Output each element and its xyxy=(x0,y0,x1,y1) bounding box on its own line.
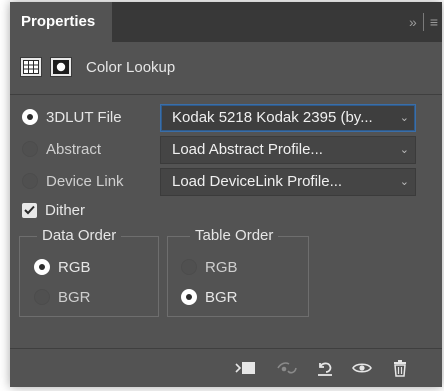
bottom-toolbar xyxy=(10,348,442,387)
dropdown-value: Kodak 5218 Kodak 2395 (by... xyxy=(172,109,373,126)
tab-properties[interactable]: Properties xyxy=(10,2,112,42)
abstract-dropdown[interactable]: Load Abstract Profile... ⌄ xyxy=(160,136,416,164)
visibility-icon[interactable] xyxy=(351,358,373,378)
properties-panel: Properties » ≡ Color Lookup 3DLUT File K… xyxy=(10,2,442,387)
option-label: Device Link xyxy=(46,172,124,190)
chevron-down-icon: ⌄ xyxy=(399,144,409,156)
data-order-legend: Data Order xyxy=(37,227,122,245)
radio-button[interactable] xyxy=(34,289,50,305)
radio-button[interactable] xyxy=(22,109,38,125)
checkmark-icon xyxy=(24,205,35,215)
dropdown-value: Load Abstract Profile... xyxy=(172,141,323,158)
trash-icon[interactable] xyxy=(389,358,411,378)
option-label: RGB xyxy=(58,258,91,276)
option-label: BGR xyxy=(205,288,238,306)
radio-abstract[interactable]: Abstract xyxy=(22,134,101,164)
table-order-rgb[interactable]: RGB xyxy=(181,252,238,282)
radio-button[interactable] xyxy=(181,259,197,275)
3dlut-file-dropdown[interactable]: Kodak 5218 Kodak 2395 (by... ⌄ xyxy=(160,104,416,132)
tab-divider xyxy=(422,13,424,31)
chevron-down-icon: ⌄ xyxy=(399,176,409,188)
radio-button[interactable] xyxy=(34,259,50,275)
panel-tabbar: Properties » ≡ xyxy=(10,2,442,42)
dither-checkbox-row[interactable]: Dither xyxy=(22,195,85,225)
layer-mask-icon[interactable] xyxy=(50,57,72,77)
data-order-bgr[interactable]: BGR xyxy=(34,282,91,312)
adjustment-header: Color Lookup xyxy=(20,54,175,80)
radio-button[interactable] xyxy=(22,173,38,189)
chevron-down-icon: ⌄ xyxy=(399,112,409,124)
option-label: RGB xyxy=(205,258,238,276)
table-order-bgr[interactable]: BGR xyxy=(181,282,238,312)
panel-menu-area: » ≡ xyxy=(409,2,438,42)
clip-to-layer-icon[interactable] xyxy=(234,358,256,378)
panel-menu-icon[interactable]: ≡ xyxy=(430,14,438,30)
radio-button[interactable] xyxy=(22,141,38,157)
adjustment-layer-icon[interactable] xyxy=(20,57,42,77)
radio-button[interactable] xyxy=(181,289,197,305)
radio-device-link[interactable]: Device Link xyxy=(22,166,124,196)
data-order-rgb[interactable]: RGB xyxy=(34,252,91,282)
adjustment-title: Color Lookup xyxy=(86,58,176,76)
view-previous-state-icon[interactable] xyxy=(276,358,298,378)
option-label: BGR xyxy=(58,288,91,306)
reset-icon[interactable] xyxy=(314,358,336,378)
option-label: Abstract xyxy=(46,140,102,158)
dropdown-value: Load DeviceLink Profile... xyxy=(172,173,343,190)
table-order-legend: Table Order xyxy=(190,227,279,245)
header-divider xyxy=(10,94,442,95)
collapse-panel-icon[interactable]: » xyxy=(409,14,417,30)
device-link-dropdown[interactable]: Load DeviceLink Profile... ⌄ xyxy=(160,168,416,196)
dither-checkbox[interactable] xyxy=(22,202,37,218)
dither-label: Dither xyxy=(45,201,86,219)
radio-3dlut-file[interactable]: 3DLUT File xyxy=(22,102,122,132)
option-label: 3DLUT File xyxy=(46,108,122,126)
